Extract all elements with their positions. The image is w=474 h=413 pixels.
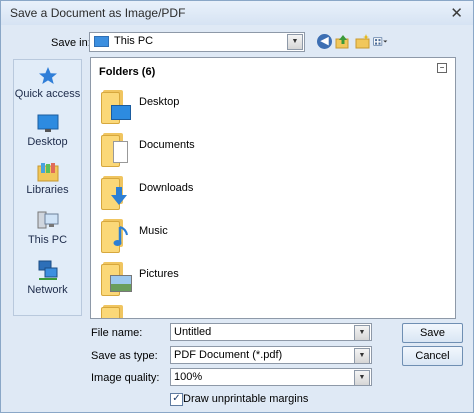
sidebar-item-quick-access[interactable]: Quick access	[14, 66, 81, 104]
folder-label: Desktop	[139, 96, 180, 108]
sidebar-item-desktop[interactable]: Desktop	[14, 114, 81, 152]
folder-label: Downloads	[139, 182, 194, 194]
libraries-icon	[37, 163, 59, 182]
save-as-type-value: PDF Document (*.pdf)	[174, 349, 283, 361]
sidebar-item-libraries[interactable]: Libraries	[14, 162, 81, 200]
draw-margins-label[interactable]: Draw unprintable margins	[183, 393, 308, 405]
save-button[interactable]: Save	[402, 323, 463, 343]
folder-list[interactable]: Folders (6) − Desktop Documents Download…	[90, 57, 456, 319]
chevron-down-icon[interactable]: ▼	[354, 325, 370, 341]
window-title: Save a Document as Image/PDF	[10, 6, 186, 20]
computer-icon	[37, 211, 59, 229]
new-folder-icon[interactable]	[355, 34, 370, 49]
music-note-icon	[113, 226, 128, 246]
image-quality-value: 100%	[174, 371, 203, 383]
sidebar-item-network[interactable]: Network	[14, 260, 81, 298]
file-name-field[interactable]: Untitled ▼	[170, 323, 372, 341]
title-bar: Save a Document as Image/PDF ✕	[1, 1, 473, 25]
sidebar-item-label: Quick access	[14, 88, 81, 100]
sidebar-item-label: Desktop	[27, 136, 68, 148]
group-header: Folders (6)	[99, 66, 156, 78]
file-name-value: Untitled	[174, 326, 212, 338]
sidebar-item-label: Network	[27, 284, 68, 296]
chevron-down-icon[interactable]: ▼	[287, 34, 303, 50]
network-icon	[38, 260, 58, 280]
sidebar-item-label: This PC	[27, 234, 68, 246]
draw-margins-checkbox[interactable]: ✓	[170, 393, 183, 406]
folder-icon	[101, 307, 120, 318]
image-quality-dropdown[interactable]: 100% ▼	[170, 368, 372, 386]
document-page-icon	[113, 141, 128, 163]
sidebar-item-this-pc[interactable]: This PC	[14, 210, 81, 248]
download-arrow-icon	[111, 187, 127, 205]
up-folder-icon[interactable]	[335, 34, 350, 49]
back-arrow-icon[interactable]: ◀	[317, 34, 332, 49]
file-name-label: File name:	[91, 327, 143, 339]
folder-label: Music	[139, 225, 168, 237]
desktop-overlay-icon	[111, 105, 131, 120]
folder-label: Documents	[139, 139, 195, 151]
chevron-down-icon[interactable]: ▼	[354, 348, 370, 364]
collapse-group-icon[interactable]: −	[437, 63, 447, 73]
close-icon[interactable]: ✕	[450, 4, 463, 22]
save-as-type-label: Save as type:	[91, 350, 158, 362]
save-in-label: Save in:	[51, 37, 91, 49]
folder-label: Pictures	[139, 268, 179, 280]
desktop-icon	[37, 114, 59, 132]
save-dialog: Save a Document as Image/PDF ✕ Save in: …	[0, 0, 474, 413]
save-in-dropdown[interactable]: This PC ▼	[89, 32, 305, 52]
star-icon	[39, 67, 57, 84]
sidebar-item-label: Libraries	[26, 184, 69, 196]
cancel-button[interactable]: Cancel	[402, 346, 463, 366]
save-in-value: This PC	[114, 35, 154, 47]
picture-thumbnail-icon	[110, 275, 132, 292]
image-quality-label: Image quality:	[91, 372, 160, 384]
save-as-type-dropdown[interactable]: PDF Document (*.pdf) ▼	[170, 346, 372, 364]
this-pc-icon	[94, 36, 109, 47]
places-bar: Quick access Desktop Libraries This PC N…	[13, 59, 82, 316]
view-menu-icon[interactable]	[373, 34, 388, 49]
chevron-down-icon[interactable]: ▼	[354, 370, 370, 386]
